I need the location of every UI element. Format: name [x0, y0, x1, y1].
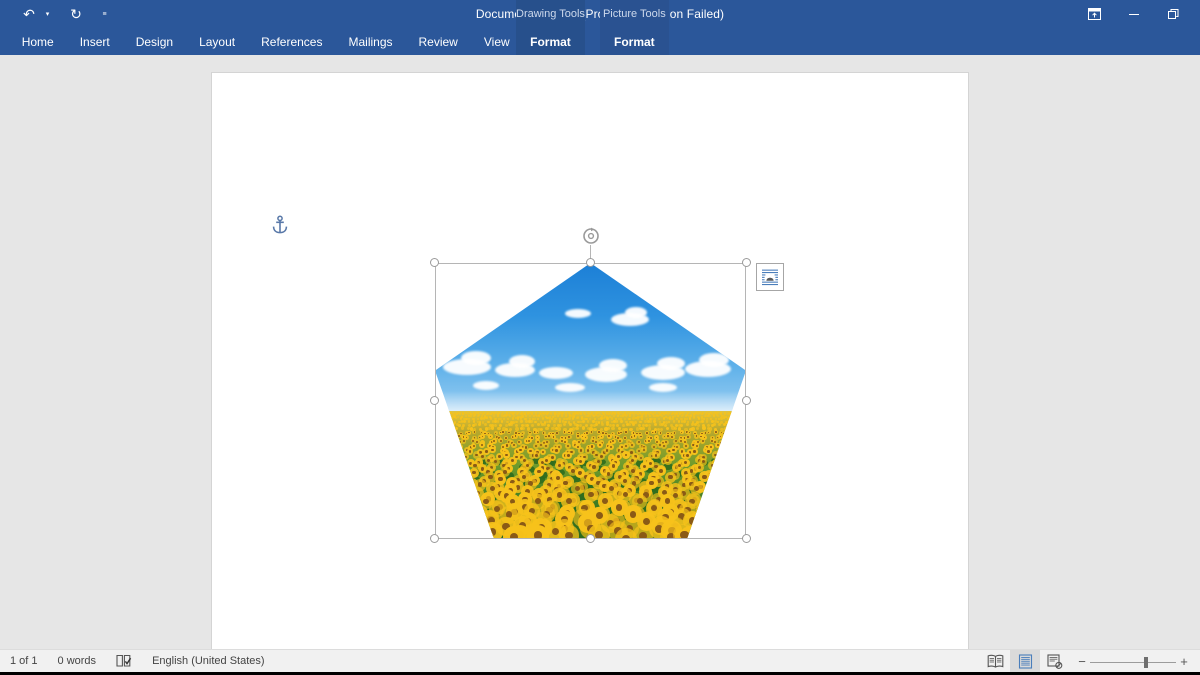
selection-handle-bottom-left[interactable] — [430, 534, 439, 543]
status-bar-right: − + — [980, 650, 1200, 673]
window-controls — [1074, 0, 1194, 28]
selection-bounding-box — [435, 263, 746, 539]
contextual-group-drawing-tools: Drawing Tools Format — [516, 0, 585, 55]
rotate-handle-icon[interactable] — [581, 226, 601, 246]
contextual-group-picture-tools: Picture Tools Format — [600, 0, 669, 55]
tab-view[interactable]: View — [471, 28, 523, 55]
word-window: ↶ ▾ ↻ ≡ Document1 - Word (Product Activa… — [0, 0, 1200, 675]
ribbon-tabs: e Home Insert Design Layout References M… — [0, 28, 523, 55]
contextual-title-picture-tools: Picture Tools — [603, 0, 666, 28]
ribbon-display-options-icon[interactable] — [1074, 0, 1114, 28]
zoom-slider[interactable]: − + — [1070, 654, 1200, 669]
language-indicator[interactable]: English (United States) — [142, 650, 275, 673]
customize-quick-access-toolbar-icon[interactable]: ≡ — [99, 3, 110, 25]
proofing-errors-icon[interactable] — [106, 650, 142, 673]
zoom-in-button[interactable]: + — [1176, 654, 1192, 669]
tab-design[interactable]: Design — [123, 28, 186, 55]
tab-picture-tools-format[interactable]: Format — [600, 28, 669, 55]
selection-handle-top-center[interactable] — [586, 258, 595, 267]
zoom-thumb[interactable] — [1144, 657, 1148, 668]
restore-icon[interactable] — [1154, 0, 1194, 28]
anchor-icon — [271, 215, 289, 235]
view-print-layout-icon[interactable] — [1010, 650, 1040, 673]
selection-handle-middle-right[interactable] — [742, 396, 751, 405]
page-indicator[interactable]: 1 of 1 — [0, 650, 48, 673]
redo-icon[interactable]: ↻ — [65, 3, 87, 25]
selection-handle-bottom-center[interactable] — [586, 534, 595, 543]
tab-references[interactable]: References — [248, 28, 335, 55]
undo-icon[interactable]: ↶ — [18, 3, 40, 25]
zoom-out-button[interactable]: − — [1074, 654, 1090, 669]
tab-home[interactable]: Home — [9, 28, 67, 55]
undo-dropdown-icon[interactable]: ▾ — [42, 3, 53, 25]
status-bar: 1 of 1 0 words English (United States) — [0, 649, 1200, 672]
zoom-line — [1090, 662, 1176, 663]
selection-handle-top-left[interactable] — [430, 258, 439, 267]
quick-access-toolbar: ↶ ▾ ↻ ≡ — [18, 0, 110, 28]
tab-review[interactable]: Review — [406, 28, 471, 55]
tab-insert[interactable]: Insert — [67, 28, 123, 55]
view-read-mode-icon[interactable] — [980, 650, 1010, 673]
tab-layout[interactable]: Layout — [186, 28, 248, 55]
selection-handle-bottom-right[interactable] — [742, 534, 751, 543]
tab-mailings[interactable]: Mailings — [335, 28, 405, 55]
selection-handle-middle-left[interactable] — [430, 396, 439, 405]
document-workspace[interactable] — [0, 55, 1200, 649]
selected-picture[interactable] — [435, 263, 746, 539]
view-web-layout-icon[interactable] — [1040, 650, 1070, 673]
tab-file[interactable]: e — [0, 28, 9, 55]
selection-handle-top-right[interactable] — [742, 258, 751, 267]
minimize-icon[interactable] — [1114, 0, 1154, 28]
word-count[interactable]: 0 words — [48, 650, 107, 673]
layout-options-button[interactable] — [756, 263, 784, 291]
contextual-title-drawing-tools: Drawing Tools — [516, 0, 585, 28]
tab-drawing-tools-format[interactable]: Format — [516, 28, 585, 55]
zoom-track[interactable] — [1090, 656, 1176, 668]
layout-options-square-icon — [761, 268, 779, 286]
ribbon-tab-row: e Home Insert Design Layout References M… — [0, 28, 1200, 55]
